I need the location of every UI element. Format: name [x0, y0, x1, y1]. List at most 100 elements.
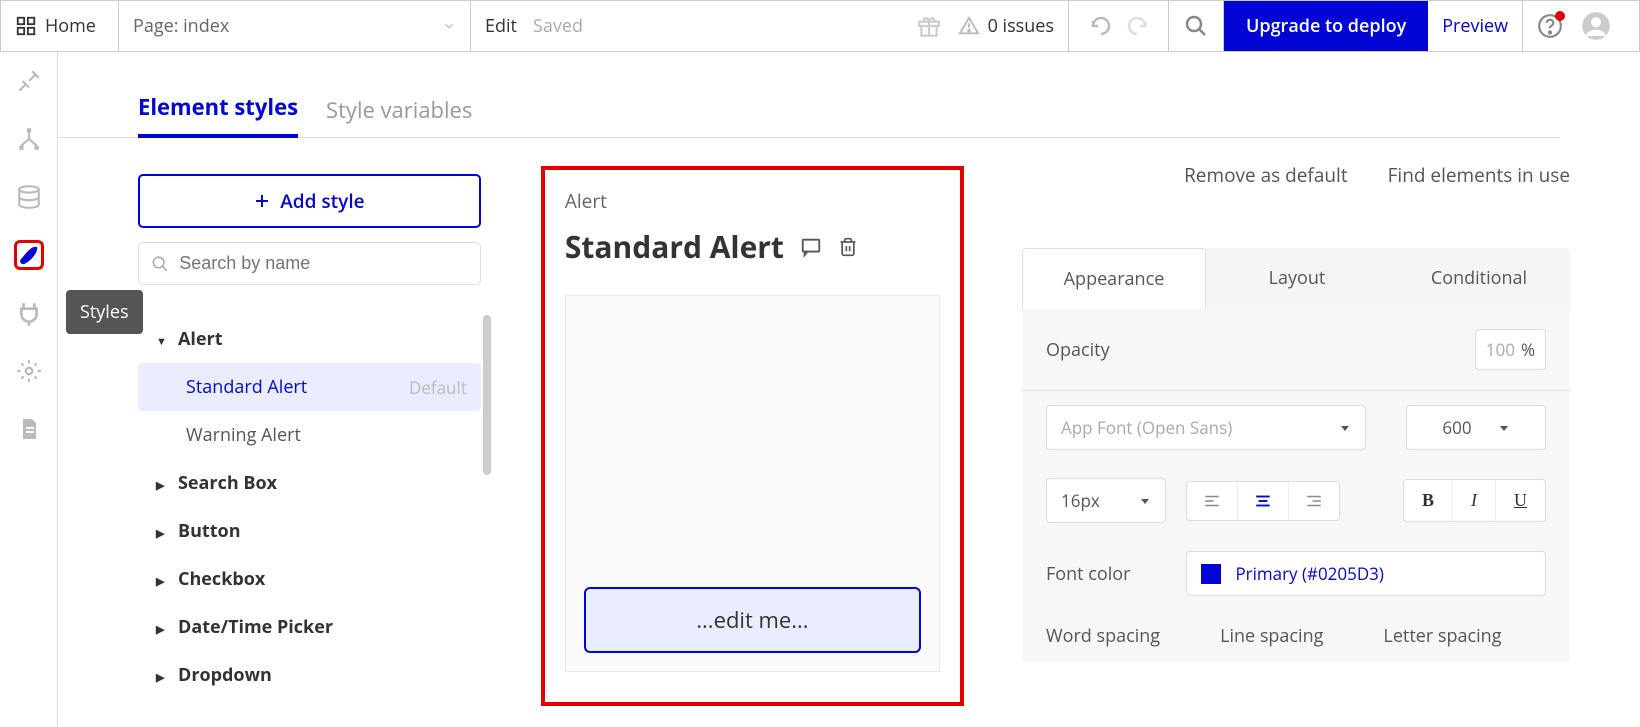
font-family-select[interactable]: App Font (Open Sans) [1046, 405, 1366, 450]
save-status: Saved [533, 14, 583, 38]
opacity-input[interactable]: 100 % [1475, 329, 1546, 370]
tree-label: Date/Time Picker [178, 615, 333, 639]
main-layout: Styles Element styles Style variables Ad… [0, 52, 1640, 727]
tab-style-variables[interactable]: Style variables [326, 95, 472, 137]
property-tabs-container: Appearance Layout Conditional Opacity 10… [1022, 248, 1570, 662]
styles-tabs: Element styles Style variables [58, 52, 1560, 138]
tree-label: Alert [178, 327, 223, 351]
preview-element[interactable]: ...edit me... [584, 587, 921, 653]
plus-icon [254, 193, 270, 209]
tree-category-button[interactable]: Button [138, 507, 481, 555]
tree-category-alert[interactable]: Alert [138, 315, 481, 363]
top-bar: Home Page: index Edit Saved 0 issues Upg… [0, 0, 1640, 52]
chevron-down-icon [1498, 422, 1510, 434]
trash-icon[interactable] [838, 236, 858, 258]
italic-button[interactable]: I [1453, 480, 1496, 521]
settings-tab-icon[interactable] [14, 356, 44, 386]
align-right[interactable] [1289, 482, 1339, 520]
data-tab-icon[interactable] [14, 182, 44, 212]
styles-tab-icon[interactable] [14, 240, 44, 270]
chevron-down-icon [442, 19, 456, 33]
side-nav: Styles [0, 52, 58, 727]
font-color-select[interactable]: Primary (#0205D3) [1186, 551, 1546, 596]
search-icon [151, 254, 169, 274]
issues-button[interactable]: 0 issues [958, 14, 1054, 38]
top-right-icons [1523, 1, 1625, 51]
plugins-tab-icon[interactable] [14, 298, 44, 328]
tree-category-checkbox[interactable]: Checkbox [138, 555, 481, 603]
tree-item-label: Warning Alert [186, 423, 301, 447]
word-spacing-label: Word spacing [1046, 624, 1160, 648]
color-value: Primary (#0205D3) [1235, 562, 1383, 585]
preview-label: Preview [1442, 14, 1508, 38]
chevron-down-icon [1139, 495, 1151, 507]
redo-icon[interactable] [1125, 14, 1149, 38]
style-name-title[interactable]: Standard Alert [565, 226, 784, 267]
tab-conditional[interactable]: Conditional [1388, 248, 1570, 309]
tree-item-warning-alert[interactable]: Warning Alert [138, 411, 481, 459]
properties-panel: Remove as default Find elements in use A… [982, 138, 1640, 727]
home-link[interactable]: Home [1, 1, 119, 51]
help-button[interactable] [1537, 13, 1563, 39]
line-spacing-label: Line spacing [1220, 624, 1323, 648]
letter-spacing-label: Letter spacing [1383, 624, 1501, 648]
tree-label: Checkbox [178, 567, 265, 591]
edit-label[interactable]: Edit [485, 14, 517, 38]
logs-tab-icon[interactable] [14, 414, 44, 444]
page-label: Page: index [133, 14, 229, 38]
search-button[interactable] [1169, 1, 1224, 51]
align-left[interactable] [1187, 482, 1238, 520]
text-style-group: B I U [1403, 479, 1546, 522]
page-selector[interactable]: Page: index [119, 1, 471, 51]
tree-category-searchbox[interactable]: Search Box [138, 459, 481, 507]
design-tab-icon[interactable] [14, 66, 44, 96]
undo-redo-group [1069, 1, 1169, 51]
tab-appearance[interactable]: Appearance [1022, 248, 1206, 309]
font-color-label: Font color [1046, 562, 1130, 586]
text-align-group [1186, 481, 1340, 521]
gift-icon[interactable] [916, 13, 942, 39]
color-swatch [1201, 564, 1221, 584]
underline-button[interactable]: U [1496, 480, 1545, 521]
tree-item-label: Standard Alert [186, 375, 307, 399]
font-weight-select[interactable]: 600 [1406, 405, 1546, 450]
opacity-value: 100 [1486, 338, 1515, 361]
opacity-row: Opacity 100 % [1022, 309, 1570, 390]
main-content: Element styles Style variables Add style… [58, 52, 1640, 727]
style-list-panel: Add style Alert Standard Alert Default W… [58, 138, 481, 727]
undo-icon[interactable] [1089, 14, 1113, 38]
opacity-unit: % [1521, 338, 1535, 361]
scrollbar[interactable] [483, 315, 491, 475]
issues-count: 0 issues [988, 14, 1054, 38]
search-field[interactable] [179, 253, 468, 274]
find-elements-link[interactable]: Find elements in use [1388, 162, 1570, 188]
comment-icon[interactable] [800, 236, 822, 258]
tree-label: Dropdown [178, 663, 272, 687]
opacity-label: Opacity [1046, 338, 1110, 362]
tree-item-standard-alert[interactable]: Standard Alert Default [138, 363, 481, 411]
remove-default-link[interactable]: Remove as default [1184, 162, 1348, 188]
tree-category-datetime[interactable]: Date/Time Picker [138, 603, 481, 651]
add-style-label: Add style [280, 188, 364, 214]
font-size-select[interactable]: 16px [1046, 478, 1166, 523]
preview-button[interactable]: Preview [1428, 1, 1523, 51]
search-icon [1184, 14, 1208, 38]
apps-grid-icon [15, 15, 37, 37]
workflow-tab-icon[interactable] [14, 124, 44, 154]
tab-layout[interactable]: Layout [1206, 248, 1388, 309]
search-styles-input[interactable] [138, 242, 481, 285]
style-tree: Alert Standard Alert Default Warning Ale… [138, 315, 481, 699]
align-center[interactable] [1238, 482, 1289, 520]
canvas-highlight: Alert Standard Alert ...edit me... [541, 166, 964, 706]
user-avatar-icon[interactable] [1581, 11, 1611, 41]
font-select-label: App Font (Open Sans) [1061, 416, 1232, 439]
tree-category-dropdown[interactable]: Dropdown [138, 651, 481, 699]
add-style-button[interactable]: Add style [138, 174, 481, 228]
weight-label: 600 [1442, 416, 1471, 439]
tab-element-styles[interactable]: Element styles [138, 92, 298, 138]
styles-tooltip: Styles [66, 290, 143, 334]
element-type-label: Alert [565, 188, 940, 214]
bold-button[interactable]: B [1404, 480, 1453, 521]
notification-dot [1555, 11, 1565, 21]
upgrade-to-deploy-button[interactable]: Upgrade to deploy [1224, 1, 1428, 51]
